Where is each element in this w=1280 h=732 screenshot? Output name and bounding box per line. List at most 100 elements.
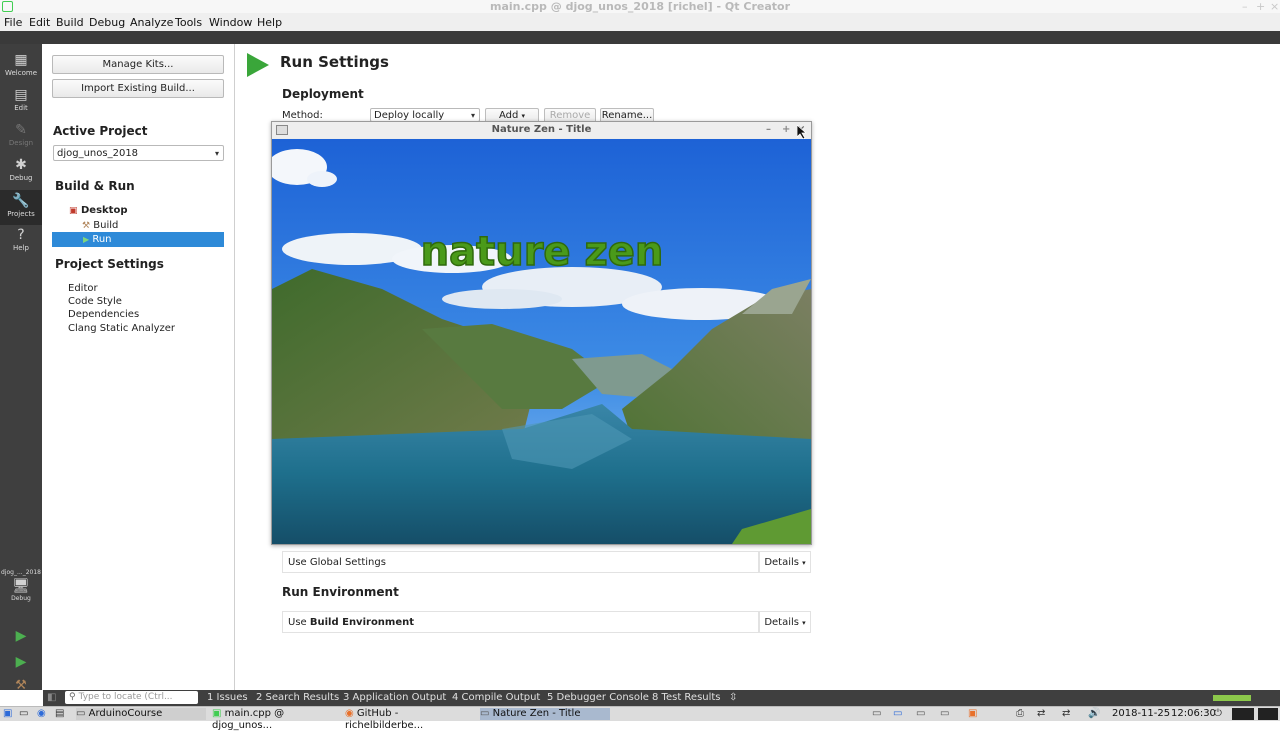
clock-time: 12:06:30	[1171, 708, 1216, 719]
workspace-2-icon[interactable]: ▭	[893, 708, 902, 720]
nature-zen-window[interactable]: Nature Zen - Title – + ×	[271, 121, 812, 545]
settings-dependencies[interactable]: Dependencies	[68, 309, 139, 320]
grid-icon: ▦	[14, 52, 28, 68]
active-project-value: djog_unos_2018	[57, 148, 139, 159]
minimize-icon[interactable]: –	[766, 122, 771, 138]
active-project-combo[interactable]: djog_unos_2018 ▾	[53, 145, 224, 161]
target-mode-label: Debug	[11, 595, 31, 602]
tree-desktop[interactable]: ▣ Desktop	[69, 205, 128, 216]
settings-code-style[interactable]: Code Style	[68, 296, 122, 307]
mouse-cursor-icon	[797, 125, 807, 139]
menu-build[interactable]: Build	[56, 16, 84, 29]
import-build-button[interactable]: Import Existing Build...	[52, 79, 224, 98]
mode-projects[interactable]: 🔧 Projects	[0, 190, 42, 225]
workspace-1-icon[interactable]: ▭	[872, 708, 881, 720]
workspace-3-icon[interactable]: ▭	[916, 708, 925, 720]
desktop-icon[interactable]: ▭	[19, 708, 28, 720]
mode-help[interactable]: ? Help	[0, 227, 42, 252]
tab-test-results[interactable]: 8 Test Results	[652, 692, 721, 703]
details-label: Details	[764, 617, 799, 628]
deployment-heading: Deployment	[282, 87, 364, 101]
task-qtcreator[interactable]: ▣ main.cpp @ djog_unos...	[212, 708, 340, 731]
network-2-icon[interactable]: ⇄	[1062, 708, 1070, 720]
sidebar-toggle-icon[interactable]: ◧	[47, 692, 56, 703]
hammer-small-icon: ⚒	[82, 221, 91, 231]
menu-edit[interactable]: Edit	[29, 16, 50, 29]
menu-debug[interactable]: Debug	[89, 16, 125, 29]
mode-design-label: Design	[8, 139, 34, 147]
tab-application-output[interactable]: 3 Application Output	[343, 692, 446, 703]
target-selector[interactable]: djog_..._2018 🖥 Debug	[0, 569, 42, 602]
network-icon[interactable]: ⇄	[1037, 708, 1045, 720]
tab-search-results[interactable]: 2 Search Results	[256, 692, 339, 703]
hammer-icon[interactable]: ⚒	[0, 678, 42, 693]
deploy-method-combo[interactable]: Deploy locally ▾	[370, 108, 480, 122]
mode-edit-label: Edit	[14, 104, 28, 112]
popup-title-bar[interactable]: Nature Zen - Title – + ×	[272, 122, 811, 138]
tab-compile-output[interactable]: 4 Compile Output	[452, 692, 540, 703]
window-icon: ▭	[480, 708, 490, 719]
window-menu-icon[interactable]	[276, 125, 288, 135]
terminal-icon[interactable]: ▤	[55, 708, 64, 720]
chevron-down-icon: ▾	[802, 619, 806, 627]
task-github[interactable]: ◉ GitHub - richelbilderbe...	[345, 708, 475, 731]
mode-bar: ▦ Welcome ▤ Edit ✎ Design ✱ Debug 🔧 Proj…	[0, 44, 42, 693]
details-button-1[interactable]: Details ▾	[759, 551, 811, 573]
mode-debug[interactable]: ✱ Debug	[0, 157, 42, 182]
menu-window[interactable]: Window	[209, 16, 252, 29]
workspace-4-icon[interactable]: ▭	[940, 708, 949, 720]
deploy-method-value: Deploy locally	[374, 110, 445, 121]
menu-file[interactable]: File	[4, 16, 22, 29]
locator-placeholder: Type to locate (Ctrl...	[78, 692, 173, 702]
tree-run-label: Run	[92, 234, 112, 245]
mode-welcome[interactable]: ▦ Welcome	[0, 52, 42, 77]
debug-run-icon[interactable]: ▶	[0, 654, 42, 670]
show-desktop-button[interactable]	[1232, 708, 1254, 720]
mode-edit[interactable]: ▤ Edit	[0, 87, 42, 112]
menu-help[interactable]: Help	[257, 16, 282, 29]
tree-desktop-label: Desktop	[81, 205, 128, 216]
add-label: Add	[498, 110, 519, 121]
power-icon[interactable]: ⏻	[1214, 708, 1222, 720]
start-menu-icon[interactable]: ▣	[3, 708, 12, 720]
locator-input[interactable]: ⚲ Type to locate (Ctrl...	[65, 691, 198, 704]
settings-editor[interactable]: Editor	[68, 283, 98, 294]
tab-debugger-console[interactable]: 5 Debugger Console	[547, 692, 649, 703]
run-icon[interactable]: ▶	[0, 628, 42, 644]
active-project-heading: Active Project	[53, 124, 148, 138]
browser-icon[interactable]: ◉	[37, 708, 46, 720]
tab-issues[interactable]: 1 Issues	[207, 692, 248, 703]
close-icon[interactable]: ×	[1270, 0, 1279, 13]
settings-clang-analyzer[interactable]: Clang Static Analyzer	[68, 323, 175, 334]
details-label: Details	[764, 557, 799, 568]
run-small-icon: ▶	[83, 235, 90, 244]
pencil-icon: ✎	[15, 122, 27, 138]
menu-tools[interactable]: Tools	[175, 16, 202, 29]
task-arduino[interactable]: ▭ ArduinoCourse	[76, 708, 206, 720]
bug-icon: ✱	[15, 157, 27, 173]
menu-analyze[interactable]: Analyze	[130, 16, 173, 29]
global-settings-label: Use Global Settings	[288, 557, 386, 568]
help-icon: ?	[17, 227, 25, 243]
mode-design[interactable]: ✎ Design	[0, 122, 42, 147]
tree-run[interactable]: ▶ Run	[52, 232, 224, 247]
menu-bar: File Edit Build Debug Analyze Tools Wind…	[0, 13, 1280, 31]
minimize-icon[interactable]: –	[1242, 0, 1248, 13]
details-button-2[interactable]: Details ▾	[759, 611, 811, 633]
fjord-landscape: nature zen	[272, 139, 811, 544]
maximize-icon[interactable]: +	[1256, 0, 1265, 13]
printer-icon[interactable]: ⎙	[1016, 708, 1024, 720]
clock-date: 2018-11-25	[1112, 708, 1171, 719]
document-icon: ▤	[14, 87, 28, 103]
manage-kits-button[interactable]: Manage Kits...	[52, 55, 224, 74]
task-nature-zen[interactable]: ▭ Nature Zen - Title	[480, 708, 610, 720]
maximize-icon[interactable]: +	[782, 122, 790, 138]
page-title: Run Settings	[280, 53, 389, 71]
target-project-label: djog_..._2018	[1, 569, 41, 576]
tree-build[interactable]: ⚒ Build	[82, 220, 118, 231]
tray-firefox-icon[interactable]: ▣	[968, 708, 977, 720]
tray-window-button[interactable]	[1258, 708, 1278, 720]
more-tabs-icon[interactable]: ⇳	[729, 692, 737, 703]
window-title-bar: main.cpp @ djog_unos_2018 [richel] - Qt …	[0, 0, 1280, 13]
volume-icon[interactable]: 🔊	[1088, 708, 1100, 720]
